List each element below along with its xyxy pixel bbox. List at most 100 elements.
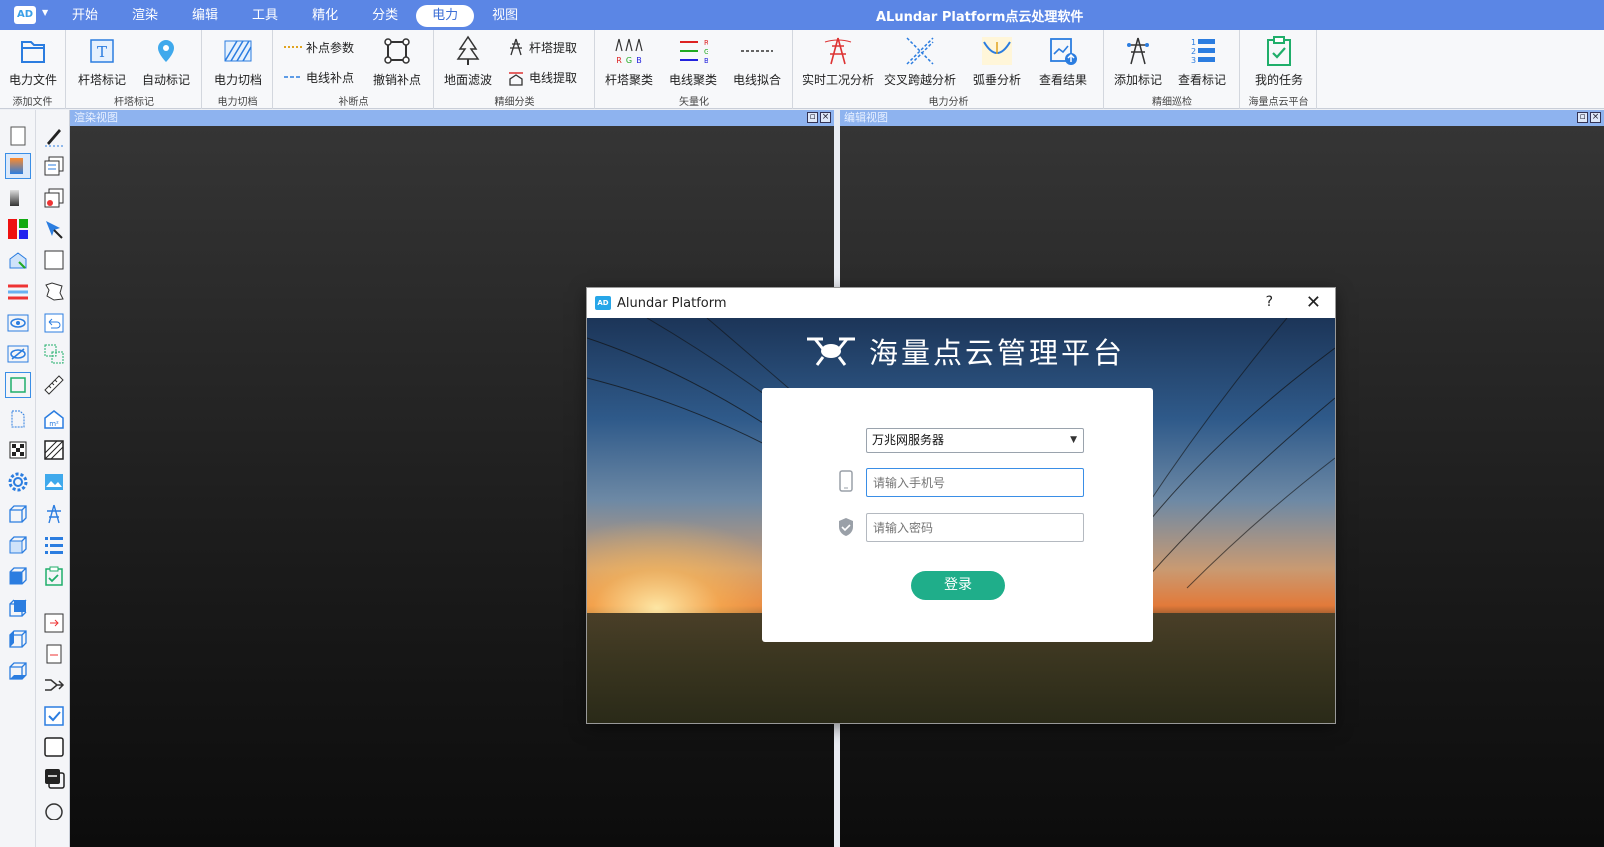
folder-icon xyxy=(16,34,50,68)
title-bar: AD ▼ 开始 渲染 编辑 工具 精化 分类 电力 视图 ALundar Pla… xyxy=(0,0,1604,30)
circle-info-icon[interactable] xyxy=(41,796,67,822)
svg-text:B: B xyxy=(636,56,642,65)
platform-title: 海量点云管理平台 xyxy=(869,336,1126,370)
ruler-icon[interactable] xyxy=(41,372,67,398)
tower-extract-button[interactable]: 杆塔提取 xyxy=(507,36,577,58)
line-colors-icon[interactable] xyxy=(5,278,31,304)
ground-filter-button[interactable]: 地面滤波 xyxy=(435,34,501,90)
eye-hide-icon[interactable] xyxy=(5,341,31,367)
power-file-button[interactable]: 电力文件 xyxy=(0,34,66,90)
float-icon[interactable]: ▫ xyxy=(807,112,818,123)
cross-lines-icon xyxy=(903,34,937,68)
password-input[interactable] xyxy=(866,513,1084,542)
close-view-icon[interactable]: × xyxy=(1590,112,1601,123)
menu-start[interactable]: 开始 xyxy=(56,5,114,27)
menu-view[interactable]: 视图 xyxy=(476,5,534,27)
view-mark-button[interactable]: 123 查看标记 xyxy=(1169,34,1235,90)
layers-icon[interactable] xyxy=(41,153,67,179)
svg-text:B: B xyxy=(704,57,708,65)
close-view-icon[interactable]: × xyxy=(820,112,831,123)
undo-select-icon[interactable] xyxy=(41,310,67,336)
cube-bottom-icon[interactable] xyxy=(5,658,31,684)
eye-icon[interactable] xyxy=(5,310,31,336)
dice-icon[interactable] xyxy=(5,437,31,463)
red-tower-icon xyxy=(821,34,855,68)
task-check-icon[interactable] xyxy=(41,563,67,589)
menu-refine[interactable]: 精化 xyxy=(296,5,354,27)
undo-fill-button[interactable]: 撤销补点 xyxy=(364,34,430,90)
login-button[interactable]: 登录 xyxy=(911,571,1005,600)
tower-tool-icon[interactable] xyxy=(41,501,67,527)
platform-brand: 海量点云管理平台 xyxy=(805,330,1125,372)
menu-render[interactable]: 渲染 xyxy=(116,5,174,27)
cross-analysis-button[interactable]: 交叉跨越分析 xyxy=(882,34,958,90)
cube-top-icon[interactable] xyxy=(5,563,31,589)
line-fill-button[interactable]: 电线补点 xyxy=(284,66,354,88)
cube-left-icon[interactable] xyxy=(5,626,31,652)
cube-side-icon[interactable] xyxy=(5,532,31,558)
phone-icon xyxy=(836,469,856,493)
svg-text:G: G xyxy=(704,48,708,56)
group-fine-class: 地面滤波 杆塔提取 电线提取 精细分类 xyxy=(435,30,595,109)
left-toolbar: m² xyxy=(0,110,70,847)
classify-house-icon[interactable] xyxy=(5,247,31,273)
menu-power[interactable]: 电力 xyxy=(416,5,475,27)
select-box-icon[interactable] xyxy=(5,372,31,398)
svg-text:1: 1 xyxy=(1191,38,1196,47)
arrow-right-box-icon[interactable] xyxy=(41,610,67,636)
intensity-icon[interactable] xyxy=(5,185,31,211)
layers-delete-icon[interactable] xyxy=(41,185,67,211)
settings-gear-icon[interactable] xyxy=(5,469,31,495)
cube-back-icon[interactable] xyxy=(5,595,31,621)
help-button[interactable]: ? xyxy=(1266,294,1273,310)
realtime-analysis-button[interactable]: 实时工况分析 xyxy=(800,34,876,90)
copy-box-icon[interactable] xyxy=(41,765,67,791)
multi-select-icon[interactable] xyxy=(41,341,67,367)
line-fit-button[interactable]: 电线拟合 xyxy=(724,34,790,90)
color-ramp-icon[interactable] xyxy=(5,153,31,179)
phone-input[interactable] xyxy=(866,468,1084,497)
dashed-fit-icon xyxy=(740,34,774,68)
svg-text:m²: m² xyxy=(49,420,59,428)
power-cut-button[interactable]: 电力切档 xyxy=(205,34,271,90)
close-icon[interactable]: ✕ xyxy=(1306,292,1321,313)
empty-box-icon[interactable] xyxy=(41,734,67,760)
page-select-icon[interactable] xyxy=(5,406,31,432)
server-select[interactable]: 万兆网服务器 ▼ xyxy=(866,428,1084,453)
menu-classify[interactable]: 分类 xyxy=(356,5,414,27)
blank-page-icon[interactable] xyxy=(5,123,31,149)
login-card: 万兆网服务器 ▼ 登录 xyxy=(762,388,1153,642)
fill-params-button[interactable]: 补点参数 xyxy=(284,36,354,58)
area-house-icon[interactable]: m² xyxy=(41,406,67,432)
group-add-file: 电力文件 添加文件 xyxy=(0,30,66,109)
rgb-color-icon[interactable] xyxy=(5,216,31,242)
line-cluster-button[interactable]: RGB 电线聚类 xyxy=(660,34,726,90)
lasso-select-icon[interactable] xyxy=(41,278,67,304)
terrain-icon[interactable] xyxy=(41,469,67,495)
pen-icon[interactable] xyxy=(41,123,67,149)
sag-analysis-button[interactable]: 弧垂分析 xyxy=(964,34,1030,90)
tower-cluster-button[interactable]: RGB 杆塔聚类 xyxy=(596,34,662,90)
auto-mark-button[interactable]: 自动标记 xyxy=(133,34,199,90)
dialog-title-bar: AD Alundar Platform ? ✕ xyxy=(587,288,1335,318)
line-extract-button[interactable]: 电线提取 xyxy=(507,66,577,88)
hatch-area-icon[interactable] xyxy=(41,437,67,463)
menu-edit[interactable]: 编辑 xyxy=(176,5,234,27)
app-logo[interactable]: AD xyxy=(14,6,36,24)
tower-mark-button[interactable]: T 杆塔标记 xyxy=(69,34,135,90)
checkbox-icon[interactable] xyxy=(41,703,67,729)
app-title: ALundar Platform点云处理软件 xyxy=(876,10,1084,25)
float-icon[interactable]: ▫ xyxy=(1577,112,1588,123)
my-tasks-button[interactable]: 我的任务 xyxy=(1246,34,1312,90)
page-box-icon[interactable] xyxy=(41,641,67,667)
list-icon[interactable] xyxy=(41,532,67,558)
cube-front-icon[interactable] xyxy=(5,501,31,527)
view-results-button[interactable]: 查看结果 xyxy=(1030,34,1096,90)
merge-arrow-icon[interactable] xyxy=(41,672,67,698)
menu-tools[interactable]: 工具 xyxy=(236,5,294,27)
group-power-cut: 电力切档 电力切档 xyxy=(203,30,273,109)
pointer-icon[interactable] xyxy=(41,216,67,242)
rect-select-icon[interactable] xyxy=(41,247,67,273)
quick-access-caret-icon[interactable]: ▼ xyxy=(42,8,48,17)
add-mark-button[interactable]: 添加标记 xyxy=(1105,34,1171,90)
